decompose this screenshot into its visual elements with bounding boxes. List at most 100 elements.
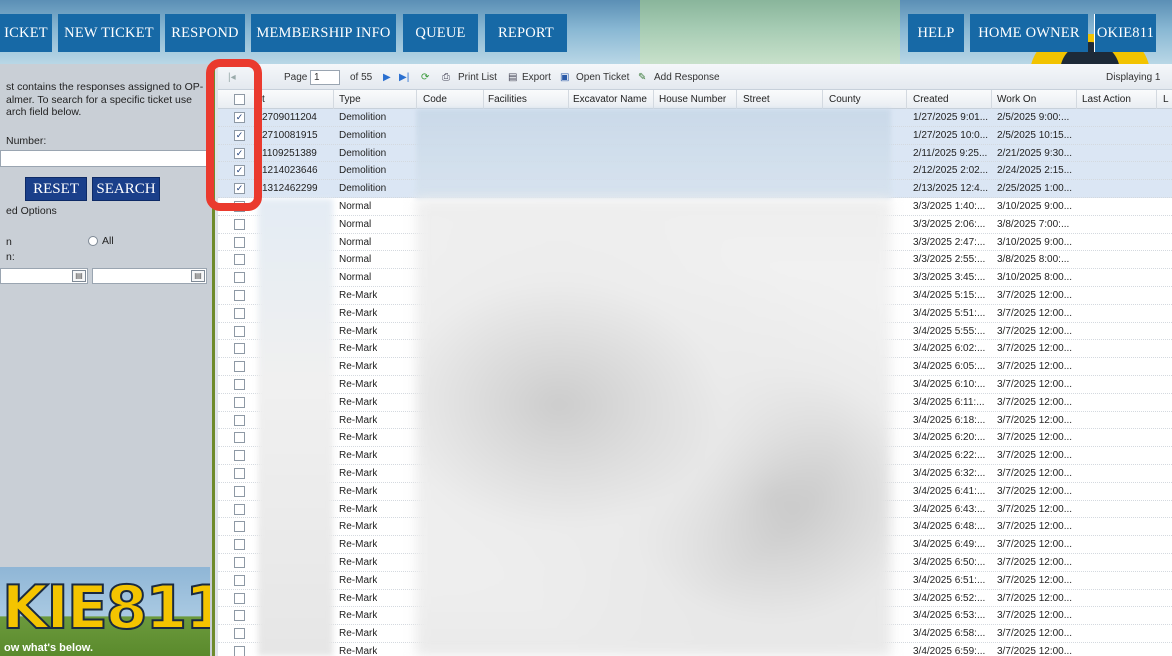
- row-checkbox[interactable]: [234, 645, 245, 656]
- nav-queue[interactable]: QUEUE: [403, 14, 478, 52]
- col-code[interactable]: Code: [423, 94, 447, 105]
- col-last-action[interactable]: Last Action: [1082, 94, 1131, 105]
- redacted-selected-area: [416, 109, 891, 199]
- cell-created: 2/13/2025 12:4...: [913, 183, 989, 195]
- cell-type: Re-Mark: [339, 556, 378, 568]
- row-checkbox[interactable]: [234, 378, 245, 390]
- cell-type: Re-Mark: [339, 503, 378, 515]
- nav-user-okie811[interactable]: OKIE811: [1094, 14, 1156, 52]
- col-facilities[interactable]: Facilities: [488, 94, 527, 105]
- cell-type: Re-Mark: [339, 485, 378, 497]
- row-checkbox[interactable]: [234, 325, 245, 337]
- col-l[interactable]: L: [1163, 94, 1169, 105]
- cell-created: 3/4/2025 6:41:...: [913, 485, 986, 497]
- ticket-number-input[interactable]: [0, 150, 212, 167]
- row-checkbox[interactable]: [234, 432, 245, 444]
- col-excavator-name[interactable]: Excavator Name: [573, 94, 647, 105]
- row-checkbox[interactable]: [234, 396, 245, 408]
- advanced-options-label: ed Options: [6, 205, 57, 217]
- row-checkbox[interactable]: [234, 628, 245, 640]
- row-checkbox[interactable]: [234, 539, 245, 551]
- row-checkbox[interactable]: [234, 467, 245, 479]
- add-response-icon[interactable]: ✎: [638, 72, 646, 83]
- calendar-to-icon[interactable]: ▤: [191, 270, 205, 282]
- cell-work-on: 3/7/2025 12:00...: [997, 467, 1073, 479]
- col-type[interactable]: Type: [339, 94, 361, 105]
- filter-label: n: [6, 236, 12, 248]
- nav-respond[interactable]: RESPOND: [165, 14, 245, 52]
- row-checkbox[interactable]: [234, 218, 245, 230]
- print-list-button[interactable]: Print List: [458, 72, 497, 83]
- export-button[interactable]: Export: [522, 72, 551, 83]
- cell-type: Normal: [339, 272, 372, 284]
- export-icon[interactable]: ▤: [508, 72, 517, 83]
- cell-work-on: 3/8/2025 8:00:...: [997, 254, 1070, 266]
- search-button[interactable]: SEARCH: [92, 177, 160, 201]
- row-checkbox[interactable]: [234, 289, 245, 301]
- row-checkbox[interactable]: [234, 272, 245, 284]
- col-work-on[interactable]: Work On: [997, 94, 1036, 105]
- cell-created: 3/4/2025 6:20:...: [913, 432, 986, 444]
- header-background: [640, 0, 900, 64]
- col-county[interactable]: County: [829, 94, 861, 105]
- calendar-from-icon[interactable]: ▤: [72, 270, 86, 282]
- open-ticket-icon[interactable]: ▣: [560, 72, 569, 83]
- page-label: Page: [284, 72, 308, 83]
- cell-type: Re-Mark: [339, 610, 378, 622]
- col-created[interactable]: Created: [913, 94, 949, 105]
- reset-button[interactable]: RESET: [25, 177, 87, 201]
- nav-new-ticket[interactable]: NEW TICKET: [58, 14, 160, 52]
- cell-work-on: 3/8/2025 7:00:...: [997, 218, 1070, 230]
- row-checkbox[interactable]: [234, 254, 245, 266]
- row-checkbox[interactable]: [234, 503, 245, 515]
- checkbox-highlight-annotation: [206, 59, 262, 211]
- cell-created: 3/3/2025 2:06:...: [913, 218, 986, 230]
- last-page-icon[interactable]: ▶|: [399, 72, 409, 83]
- row-checkbox[interactable]: [234, 574, 245, 586]
- redacted-details-area: [416, 199, 891, 656]
- nav-ticket[interactable]: ICKET: [0, 14, 52, 52]
- cell-work-on: 3/10/2025 8:00...: [997, 272, 1073, 284]
- row-checkbox[interactable]: [234, 592, 245, 604]
- date-to-input[interactable]: [92, 268, 207, 284]
- nav-report[interactable]: REPORT: [485, 14, 567, 52]
- row-checkbox[interactable]: [234, 610, 245, 622]
- next-page-icon[interactable]: ▶: [383, 72, 391, 83]
- cell-created: 3/3/2025 2:55:...: [913, 254, 986, 266]
- cell-work-on: 3/7/2025 12:00...: [997, 396, 1073, 408]
- cell-type: Re-Mark: [339, 628, 378, 640]
- row-checkbox[interactable]: [234, 485, 245, 497]
- cell-type: Demolition: [339, 147, 387, 159]
- cell-work-on: 3/7/2025 12:00...: [997, 503, 1073, 515]
- cell-created: 3/4/2025 6:48:...: [913, 521, 986, 533]
- row-checkbox[interactable]: [234, 521, 245, 533]
- nav-help[interactable]: HELP: [908, 14, 964, 52]
- col-house-number[interactable]: House Number: [659, 94, 726, 105]
- row-checkbox[interactable]: [234, 343, 245, 355]
- all-radio[interactable]: [88, 236, 98, 246]
- page-number-input[interactable]: 1: [310, 70, 340, 85]
- nav-membership-info[interactable]: MEMBERSHIP INFO: [251, 14, 396, 52]
- cell-ticket: 1312462299: [262, 183, 318, 195]
- row-checkbox[interactable]: [234, 556, 245, 568]
- cell-created: 3/4/2025 6:49:...: [913, 539, 986, 551]
- refresh-icon[interactable]: ⟳: [421, 72, 429, 83]
- nav-home-owner[interactable]: HOME OWNER: [970, 14, 1088, 52]
- open-ticket-button[interactable]: Open Ticket: [576, 72, 629, 83]
- cell-created: 3/4/2025 6:02:...: [913, 343, 986, 355]
- cell-type: Re-Mark: [339, 325, 378, 337]
- cell-created: 3/4/2025 6:53:...: [913, 610, 986, 622]
- cell-work-on: 3/7/2025 12:00...: [997, 414, 1073, 426]
- row-checkbox[interactable]: [234, 236, 245, 248]
- row-checkbox[interactable]: [234, 450, 245, 462]
- print-icon[interactable]: ⎙: [442, 72, 450, 83]
- col-street[interactable]: Street: [743, 94, 770, 105]
- row-checkbox[interactable]: [234, 307, 245, 319]
- row-checkbox[interactable]: [234, 414, 245, 426]
- row-checkbox[interactable]: [234, 361, 245, 373]
- col-ticket[interactable]: t: [262, 94, 265, 105]
- add-response-button[interactable]: Add Response: [654, 72, 720, 83]
- cell-ticket: 1109251389: [262, 147, 317, 159]
- cell-work-on: 2/25/2025 1:00...: [997, 183, 1073, 195]
- cell-created: 3/4/2025 5:51:...: [913, 307, 986, 319]
